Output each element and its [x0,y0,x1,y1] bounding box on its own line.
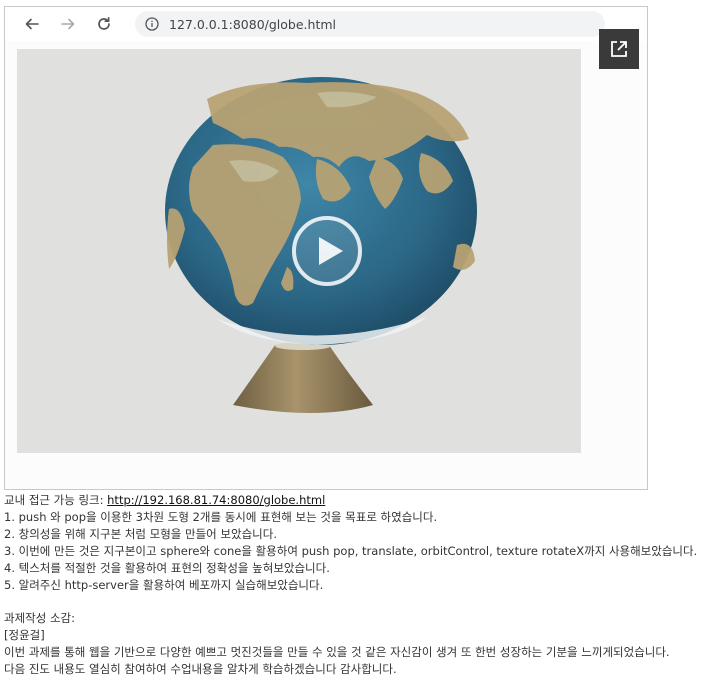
link-line: 교내 접근 가능 링크: http://192.168.81.74:8080/g… [4,492,724,509]
open-in-new-icon [611,41,627,57]
author-name: [정윤걸] [4,628,45,643]
review-line: 이번 과제를 통해 웹을 기반으로 다양한 예쁘고 멋진것들을 만들 수 있을 … [4,645,670,660]
play-button[interactable] [291,215,363,287]
review-heading: 과제작성 소감: [4,611,76,626]
review-line: 다음 진도 내용도 열심히 참여하여 수업내용을 알차게 학습하겠습니다 감사합… [4,662,397,677]
post-body: 교내 접근 가능 링크: http://192.168.81.74:8080/g… [4,492,724,678]
list-item: 2. 창의성을 위해 지구본 처럼 모형을 만들어 보았습니다. [4,526,277,541]
reload-icon[interactable] [91,11,117,37]
url-text: 127.0.0.1:8080/globe.html [169,16,336,32]
arrow-right-icon[interactable] [55,11,81,37]
list-item: 5. 알려주신 http-server을 활용하여 베포까지 실습해보았습니다. [4,577,324,592]
cone-stand [233,345,373,413]
address-bar[interactable]: 127.0.0.1:8080/globe.html [135,11,605,37]
list-item: 4. 텍스처를 적절한 것을 활용하여 표현의 정확성을 높혀보았습니다. [4,560,330,575]
list-item: 3. 이번에 만든 것은 지구본이고 sphere와 cone을 활용하여 pu… [4,543,698,558]
browser-toolbar: 127.0.0.1:8080/globe.html [5,7,647,41]
globe-link[interactable]: http://192.168.81.74:8080/globe.html [107,493,325,507]
page: 127.0.0.1:8080/globe.html 교내 접근 가능 링크: h… [0,0,728,688]
play-icon [292,216,362,286]
open-external-button[interactable] [599,29,639,69]
arrow-left-icon[interactable] [19,11,45,37]
video-embed[interactable]: 127.0.0.1:8080/globe.html [4,6,648,490]
link-prefix: 교내 접근 가능 링크: [4,493,108,507]
info-circle-icon[interactable] [145,17,159,31]
list-item: 1. push 와 pop을 이용한 3차원 도형 2개를 동시에 표현해 보는… [4,509,438,524]
